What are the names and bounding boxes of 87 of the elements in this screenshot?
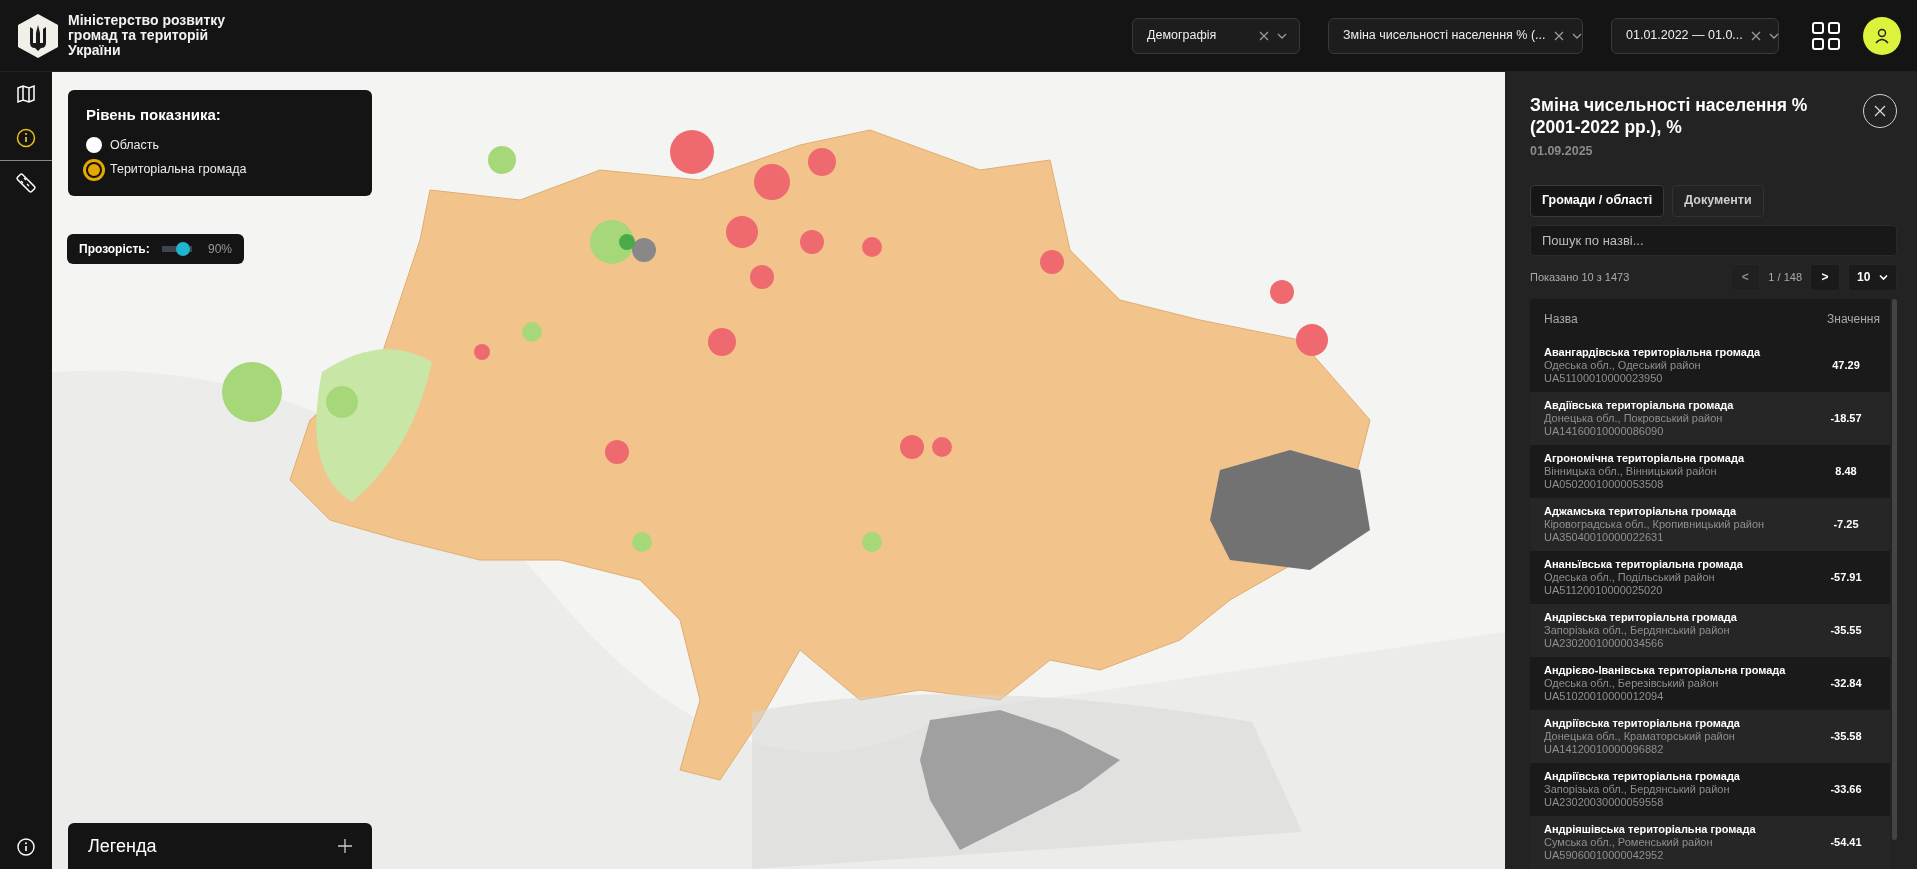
value-cell-text: -35.55 [1829,623,1863,638]
community-name: Андріївська територіальна громада [1544,716,1741,730]
community-name: Авдіївська територіальна громада [1544,398,1735,412]
community-code: UA23020010000034566 [1544,636,1665,650]
table-row[interactable]: Андрієво-Іванівська територіальна громада Одеська обл., Березівський район UA51020010000012094 -32.84 [1530,656,1890,710]
value-cell-text: 47.29 [1831,358,1861,373]
results-count: Показано 10 з 1473 [1530,270,1631,285]
panel-date: 01.09.2025 [1530,143,1594,160]
value-cell-text: -54.41 [1829,835,1863,850]
chevron-down-icon [1879,272,1888,282]
radio-icon[interactable] [86,136,102,153]
community-location: Донецька обл., Покровський район [1544,411,1724,425]
header-title: Міністерство розвитку громад та територій України [68,13,226,58]
next-page-button[interactable]: > [1810,263,1840,291]
radio-option[interactable]: Територіальна громада [86,157,354,182]
value-cell-text: 8.48 [1834,464,1858,479]
emblem-icon [16,12,60,59]
community-code: UA59060010000042952 [1544,848,1665,862]
value-cell-text: -35.58 [1829,729,1863,744]
slider-label: Прозорість: [79,241,150,258]
value-cell-text: -33.66 [1829,782,1863,797]
community-location: Запорізька обл., Бердянський район [1544,782,1731,796]
tab[interactable]: Документи [1672,184,1764,217]
community-code: UA51100010000023950 [1544,371,1664,385]
panel-title: Зміна чисельності населення % (2001-2022 рр.), % [1530,94,1809,138]
user-avatar[interactable] [1863,16,1901,55]
legend-title: Легенда [88,834,157,858]
community-code: UA35040010000022631 [1544,530,1665,544]
table-row[interactable]: Ананьївська територіальна громада Одеська обл., Подільський район UA51120010000025020 -57.91 [1530,550,1890,604]
community-code: UA51120010000025020 [1544,583,1664,597]
slider-value: 90% [207,241,232,258]
scrollbar[interactable] [1892,298,1897,841]
clear-icon[interactable] [1750,30,1761,41]
community-location: Донецька обл., Краматорський район [1544,729,1736,743]
apps-grid-icon[interactable] [1811,20,1841,51]
table-row[interactable]: Авдіївська територіальна громада Донецька обл., Покровський район UA14160010000086090 -18.57 [1530,391,1890,445]
slider-thumb[interactable] [176,242,191,256]
community-location: Сумська обл., Роменський район [1544,835,1714,849]
page-indicator: 1 / 148 [1768,270,1802,285]
community-name: Агрономічна територіальна громада [1544,451,1746,465]
filter-dropdown[interactable]: Демографія [1132,17,1300,54]
community-code: UA51020010000012094 [1544,689,1665,703]
table-row[interactable]: Андрівська територіальна громада Запорізька обл., Бердянський район UA23020010000034566 -35.55 [1530,603,1890,657]
clear-icon[interactable] [1553,30,1564,41]
value-cell-text: -7.25 [1832,517,1860,532]
table-row[interactable]: Андріївська територіальна громада Донецька обл., Краматорський район UA14120010000096882 -35.58 [1530,709,1890,763]
community-name: Аджамська територіальна громада [1544,504,1738,518]
map-icon[interactable] [15,83,37,105]
info-icon[interactable] [15,127,37,149]
community-location: Запорізька обл., Бердянський район [1544,623,1731,637]
table-row[interactable]: Авангардівська територіальна громада Одеська обл., Одеський район UA51100010000023950 47.29 [1530,338,1890,392]
table-row[interactable]: Агрономічна територіальна громада Вінницька обл., Вінницький район UA05020010000053508 8.48 [1530,444,1890,498]
column-header: Значення [1827,310,1880,328]
community-location: Одеська обл., Подільський район [1544,570,1716,584]
community-location: Одеська обл., Березівський район [1544,676,1720,690]
column-header: Назва [1544,310,1578,328]
ruler-icon[interactable] [15,172,37,194]
community-name: Авангардівська територіальна громада [1544,345,1762,359]
community-code: UA14160010000086090 [1544,424,1665,438]
tab[interactable]: Громади / області [1530,184,1665,217]
panel-title: Рівень показника: [86,105,222,125]
community-code: UA05020010000053508 [1544,477,1665,491]
community-name: Ананьївська територіальна громада [1544,557,1744,571]
filter-dropdown[interactable]: 01.01.2022 — 01.0... [1611,17,1779,54]
community-location: Одеська обл., Одеський район [1544,358,1702,372]
table-row[interactable]: Андріївська територіальна громада Запорізька обл., Бердянський район UA23020030000059558 -33.66 [1530,762,1890,816]
close-icon [1874,105,1886,117]
community-name: Андрієво-Іванівська територіальна громада [1544,663,1787,677]
search-field[interactable]: Пошук по назві... [1530,224,1897,256]
community-name: Андрівська територіальна громада [1544,610,1738,624]
plus-icon[interactable] [338,839,352,853]
community-code: UA23020030000059558 [1544,795,1665,809]
community-location: Кіровоградська обл., Кропивницький район [1544,517,1766,531]
value-cell-text: -57.91 [1829,570,1863,585]
value-cell-text: -32.84 [1829,676,1863,691]
value-cell-text: -18.57 [1829,411,1863,426]
clear-icon[interactable] [1259,30,1269,41]
table-row[interactable]: Андріяшівська територіальна громада Сумська обл., Роменський район UA59060010000042952 -54.41 [1530,815,1890,869]
community-code: UA14120010000096882 [1544,742,1665,756]
community-location: Вінницька обл., Вінницький район [1544,464,1718,478]
radio-option[interactable]: Область [86,132,354,158]
page-size-dropdown[interactable]: 10 [1848,263,1897,291]
community-name: Андріяшівська територіальна громада [1544,822,1757,836]
radio-icon[interactable] [86,161,102,178]
community-name: Андріївська територіальна громада [1544,769,1741,783]
filter-dropdown[interactable]: Зміна чисельності населення % (... [1328,17,1583,54]
table-row[interactable]: Аджамська територіальна громада Кіровоградська обл., Кропивницький район UA35040010000022631 -7.25 [1530,497,1890,551]
